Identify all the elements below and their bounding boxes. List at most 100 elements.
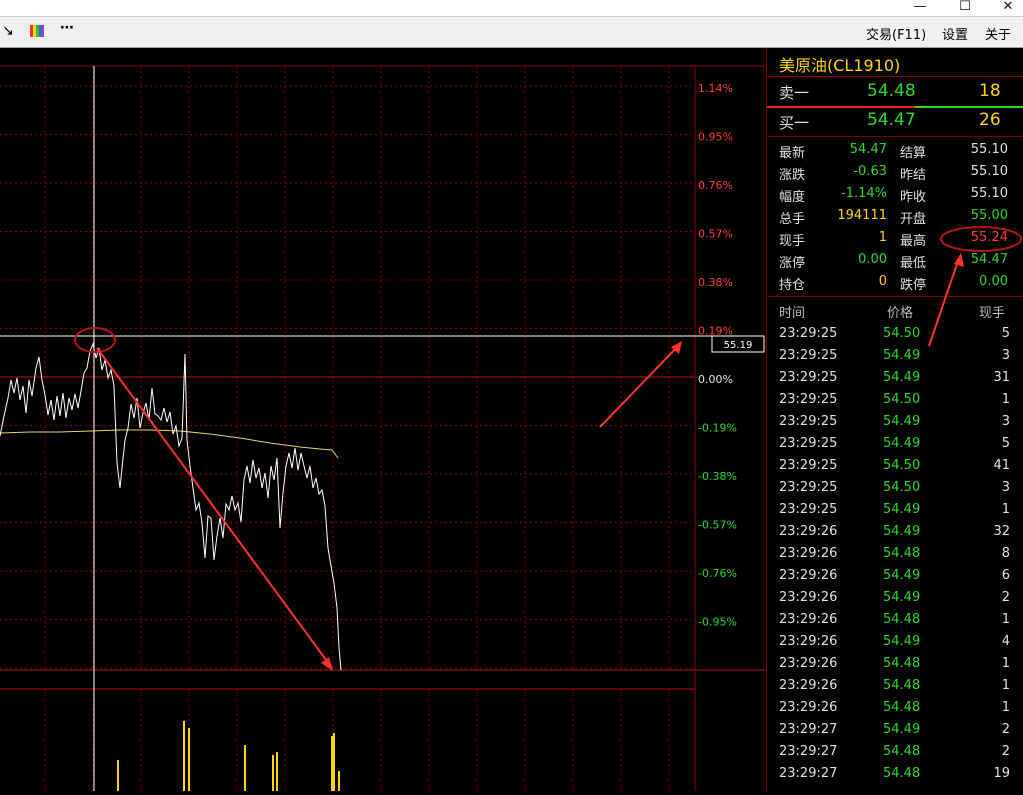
tick-time: 23:29:25 — [779, 480, 838, 495]
tick-time: 23:29:25 — [779, 458, 838, 473]
stat-label: 幅度 — [779, 190, 806, 205]
percent-tick-label: 0.76% — [698, 179, 733, 192]
tick-time: 23:29:25 — [779, 326, 838, 341]
tick-volume: 8 — [1001, 546, 1010, 561]
stat-label: 昨结 — [900, 168, 927, 183]
tick-volume: 1 — [1001, 700, 1010, 715]
bid-volume: 26 — [979, 110, 1001, 130]
tick-time: 23:29:25 — [779, 414, 838, 429]
percent-tick-label: -0.19% — [698, 422, 737, 435]
tick-time: 23:29:26 — [779, 524, 838, 539]
tick-volume: 31 — [993, 370, 1010, 385]
stat-label: 涨停 — [779, 256, 806, 271]
tick-price: 54.49 — [883, 590, 921, 605]
volume-bar — [183, 721, 185, 791]
minimize-icon[interactable]: — — [905, 0, 935, 16]
percent-tick-label: -0.57% — [698, 519, 737, 532]
tick-volume: 2 — [1001, 744, 1010, 759]
percent-tick-label: -0.95% — [698, 616, 737, 629]
tick-volume: 1 — [1001, 678, 1010, 693]
volume-bar — [333, 733, 335, 791]
tick-volume: 4 — [1001, 634, 1010, 649]
tick-volume: 41 — [993, 458, 1010, 473]
volume-bar — [188, 728, 190, 791]
tick-volume: 2 — [1001, 590, 1010, 605]
settings-menu[interactable]: 设置 — [942, 24, 968, 43]
tick-price: 54.48 — [883, 700, 921, 715]
bid-price: 54.47 — [867, 110, 916, 130]
stat-value: 54.47 — [849, 142, 887, 157]
about-menu[interactable]: 关于 — [985, 24, 1011, 43]
stat-label: 现手 — [779, 234, 806, 249]
stat-label: 昨收 — [900, 190, 927, 205]
tick-price: 54.48 — [883, 612, 921, 627]
tick-price: 54.48 — [883, 766, 921, 781]
tick-price: 54.49 — [883, 370, 921, 385]
tick-volume: 2 — [1001, 722, 1010, 737]
stat-label: 总手 — [779, 212, 806, 227]
trade-menu[interactable]: 交易(F11) — [866, 24, 926, 43]
tick-price: 54.50 — [883, 392, 921, 407]
tick-price: 54.49 — [883, 568, 921, 583]
volume-bar — [244, 745, 246, 791]
volume-bar — [272, 755, 274, 791]
tick-price: 54.48 — [883, 546, 921, 561]
stat-value: 55.10 — [970, 164, 1008, 179]
color-palette-icon[interactable] — [30, 25, 44, 41]
stat-value: 0 — [878, 274, 887, 289]
tick-volume: 3 — [1001, 414, 1010, 429]
tick-volume: 1 — [1001, 502, 1010, 517]
annotation-circle — [74, 327, 116, 353]
quote-panel: 美原油(CL1910) 卖一 54.48 18 买一 54.47 26 最新 54… — [766, 48, 1023, 791]
tick-price: 54.48 — [883, 656, 921, 671]
stat-label: 最新 — [779, 146, 806, 161]
tick-price: 54.48 — [883, 678, 921, 693]
close-icon[interactable]: ✕ — [993, 0, 1023, 16]
percent-tick-label: -0.38% — [698, 470, 737, 483]
tick-price: 54.49 — [883, 524, 921, 539]
tick-volume: 19 — [993, 766, 1010, 781]
volume-bar — [338, 771, 340, 791]
stat-value: 0.00 — [858, 252, 887, 267]
tick-header-time: 时间 — [779, 306, 806, 321]
percent-tick-label: -0.76% — [698, 567, 737, 580]
tick-price: 54.49 — [883, 722, 921, 737]
ask-depth-bar — [767, 106, 915, 108]
tick-volume: 1 — [1001, 392, 1010, 407]
stat-value: -1.14% — [841, 186, 887, 201]
tick-volume: 1 — [1001, 612, 1010, 627]
ask-volume: 18 — [979, 81, 1001, 101]
stat-label: 涨跌 — [779, 168, 806, 183]
more-icon[interactable]: ⋯ — [60, 20, 74, 36]
maximize-icon[interactable]: ☐ — [950, 0, 980, 16]
window-titlebar: — ☐ ✕ — [0, 0, 1023, 17]
ask-price: 54.48 — [867, 81, 916, 101]
annotation-arrow-down — [96, 347, 333, 669]
tick-time: 23:29:25 — [779, 348, 838, 363]
percent-tick-label: 0.38% — [698, 276, 733, 289]
arrow-tool-icon[interactable]: ↘ — [2, 23, 14, 39]
ask-label: 卖一 — [779, 84, 810, 102]
tick-price: 54.49 — [883, 348, 921, 363]
tick-time: 23:29:27 — [779, 744, 838, 759]
chart-grid — [0, 65, 765, 791]
stat-value: -0.63 — [853, 164, 887, 179]
tick-time: 23:29:25 — [779, 436, 838, 451]
tick-volume: 3 — [1001, 480, 1010, 495]
volume-bar — [331, 736, 333, 791]
tick-price: 54.48 — [883, 744, 921, 759]
tick-volume: 1 — [1001, 656, 1010, 671]
percent-tick-label: 0.95% — [698, 131, 733, 144]
percent-tick-label: 0.57% — [698, 228, 733, 241]
tick-time: 23:29:26 — [779, 634, 838, 649]
stat-label: 结算 — [900, 146, 927, 161]
tick-price: 54.50 — [883, 480, 921, 495]
high-annotation — [928, 226, 1022, 347]
percent-tick-label: 0.00% — [698, 373, 733, 386]
intraday-chart[interactable]: 1.14% 0.95% 0.76% 0.57% 0.38% 0.19% 0.00% -0.19… — [0, 48, 765, 791]
tick-price: 54.49 — [883, 502, 921, 517]
tick-time: 23:29:26 — [779, 700, 838, 715]
tick-time: 23:29:26 — [779, 612, 838, 627]
tick-volume: 32 — [993, 524, 1010, 539]
price-line — [0, 342, 342, 671]
